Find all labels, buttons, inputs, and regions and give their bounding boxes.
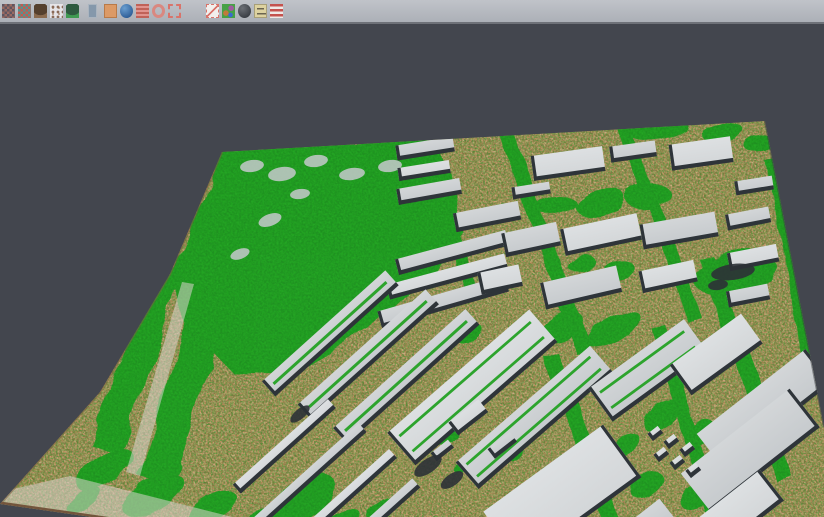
toolbar	[0, 0, 824, 24]
application-window	[0, 0, 824, 517]
multiclass-pixels-icon[interactable]	[18, 4, 31, 18]
target-ring-icon[interactable]	[152, 4, 165, 18]
layers-stripes-icon[interactable]	[136, 4, 149, 18]
terrain-hill-icon[interactable]	[34, 4, 47, 18]
report-icon[interactable]	[254, 4, 267, 18]
dark-sphere-icon[interactable]	[238, 4, 251, 18]
viewport-3d[interactable]	[0, 24, 824, 517]
crop-slice-icon[interactable]	[206, 4, 219, 18]
remove-flag-icon[interactable]	[270, 4, 283, 18]
ortho-tile-icon[interactable]	[104, 4, 117, 18]
ground-points-icon[interactable]	[50, 4, 63, 18]
vegetation-hill-icon[interactable]	[66, 4, 79, 18]
classification-map-icon[interactable]	[222, 4, 235, 18]
terrain-mesh	[0, 104, 824, 517]
selection-brackets-icon[interactable]	[168, 4, 181, 18]
globe-icon[interactable]	[120, 4, 133, 18]
classify-pixels-icon[interactable]	[2, 4, 15, 18]
pointcloud-3d-scene[interactable]	[0, 24, 824, 517]
column-icon[interactable]	[88, 4, 97, 18]
